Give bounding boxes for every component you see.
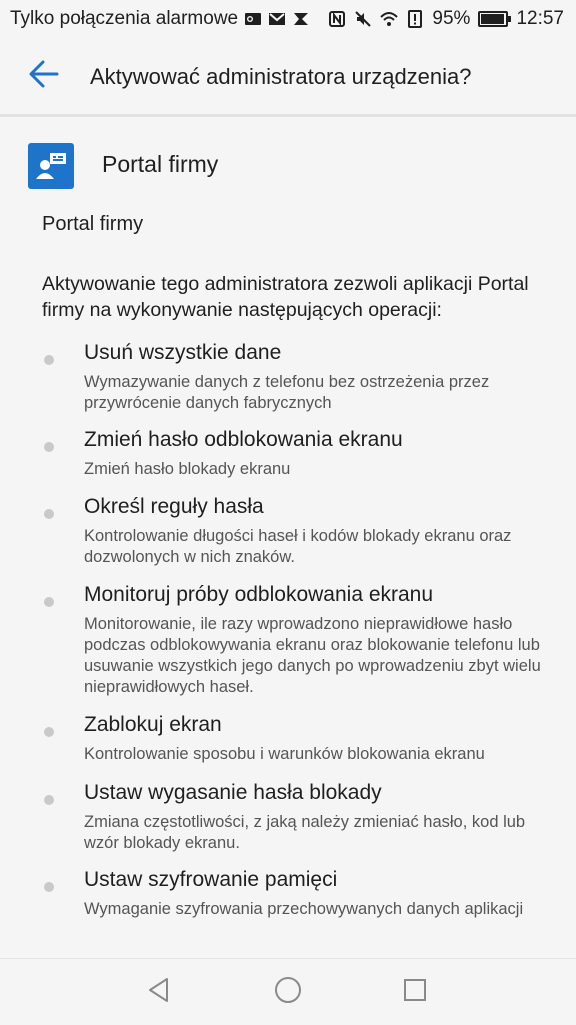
back-triangle-icon	[145, 976, 173, 1009]
nav-back-button[interactable]	[144, 977, 174, 1007]
outlook-icon	[244, 10, 262, 28]
bullet-dot	[44, 597, 54, 607]
battery-percent: 95%	[432, 8, 471, 29]
permission-title: Usuń wszystkie dane	[84, 341, 282, 364]
tasks-icon	[292, 10, 310, 28]
wifi-icon	[380, 10, 399, 28]
permission-description: Kontrolowanie sposobu i warunków blokowa…	[84, 745, 485, 763]
permission-title: Określ reguły hasła	[84, 495, 264, 518]
carrier-text: Tylko połączenia alarmowe	[10, 8, 239, 29]
app-subtitle: Portal firmy	[42, 213, 144, 235]
bullet-dot	[44, 442, 54, 452]
alert-icon	[406, 10, 424, 28]
navigation-bar	[0, 958, 576, 1025]
permission-title: Monitoruj próby odblokowania ekranu	[84, 583, 434, 606]
bullet-dot	[44, 509, 54, 519]
permission-title: Ustaw szyfrowanie pamięci	[84, 868, 338, 891]
arrow-left-icon	[27, 57, 61, 96]
permission-description: Wymaganie szyfrowania przechowywanych da…	[84, 900, 524, 918]
app-name: Portal firmy	[102, 151, 219, 177]
gmail-icon	[268, 10, 286, 28]
bullet-dot	[44, 355, 54, 365]
bullet-dot	[44, 882, 54, 892]
battery-fill	[481, 14, 505, 24]
mute-icon	[354, 10, 372, 28]
battery-icon	[478, 11, 512, 27]
permission-description: Kontrolowanie długości haseł i kodów blo…	[84, 527, 512, 566]
permission-description: Monitorowanie, ile razy wprowadzono niep…	[84, 615, 541, 696]
app-header: Portal firmy	[28, 143, 218, 189]
nav-home-button[interactable]	[273, 975, 303, 1010]
permission-title: Zablokuj ekran	[84, 713, 222, 736]
nfc-icon	[328, 10, 346, 28]
bullet-dot	[44, 727, 54, 737]
status-bar: Tylko połączenia alarmowe 95% 12:57	[0, 0, 576, 38]
intro-text: Aktywowanie tego administratora zezwoli …	[42, 273, 529, 321]
app-bar: Aktywować administratora urządzenia?	[0, 38, 576, 117]
permission-description: Wymazywanie danych z telefonu bez ostrze…	[84, 373, 490, 412]
status-left: Tylko połączenia alarmowe	[10, 8, 310, 30]
back-button[interactable]	[20, 52, 68, 100]
recents-square-icon	[401, 976, 429, 1009]
company-portal-icon	[28, 143, 74, 189]
page-title: Aktywować administratora urządzenia?	[90, 64, 472, 89]
content[interactable]: Portal firmy Portal firmy Aktywowanie te…	[0, 117, 576, 957]
permission-description: Zmiana częstotliwości, z jaką należy zmi…	[84, 813, 526, 852]
nav-recents-button[interactable]	[400, 977, 430, 1007]
permission-title: Ustaw wygasanie hasła blokady	[84, 781, 382, 804]
home-circle-icon	[273, 975, 303, 1010]
clock: 12:57	[516, 8, 564, 29]
permission-description: Zmień hasło blokady ekranu	[84, 460, 291, 478]
bullet-dot	[44, 795, 54, 805]
permission-title: Zmień hasło odblokowania ekranu	[84, 428, 403, 451]
status-right: 95% 12:57	[328, 8, 564, 30]
